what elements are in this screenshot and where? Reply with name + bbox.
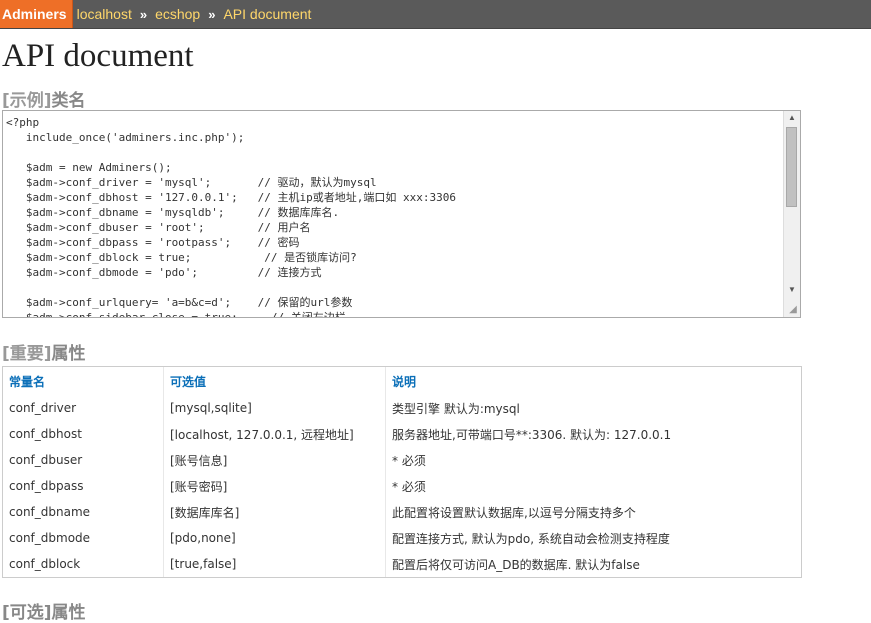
cell-description: 配置连接方式, 默认为pdo, 系统自动会检测支持程度 [385,525,801,551]
breadcrumb-ecshop[interactable]: ecshop [151,6,204,22]
breadcrumb-bar: Adminers localhost » ecshop » API docume… [0,0,871,29]
cell-name: conf_dblock [9,557,81,571]
code-scrollbar[interactable]: ▲ ▼ [783,111,800,317]
scroll-up-arrow-icon[interactable]: ▲ [784,111,800,125]
cell-description: * 必须 [385,447,801,473]
cell-name: conf_dbpass [9,479,84,493]
scroll-down-arrow-icon[interactable]: ▼ [784,283,800,297]
cell-values: [mysql,sqlite] [163,395,386,421]
important-heading: [重要]属性 [2,339,86,364]
code-example-text[interactable]: <?php include_once('adminers.inc.php'); … [6,115,781,317]
brand-logo[interactable]: Adminers [0,0,73,28]
cell-values: [localhost, 127.0.0.1, 远程地址] [163,421,386,447]
properties-table: 常量名 可选值 说明 conf_driver [mysql,sqlite] 类型… [3,367,801,577]
example-heading: [示例]类名 [2,86,86,111]
cell-description: * 必须 [385,473,801,499]
cell-description: 配置后将仅可访问A_DB的数据库. 默认为false [385,551,801,577]
cell-values: [账号信息] [163,447,386,473]
table-row: conf_dbname [数据库库名] 此配置将设置默认数据库,以逗号分隔支持多… [3,499,801,525]
table-row: conf_driver [mysql,sqlite] 类型引擎 默认为:mysq… [3,395,801,421]
scroll-thumb[interactable] [786,127,797,207]
table-row: conf_dbpass [账号密码] * 必须 [3,473,801,499]
cell-values: [账号密码] [163,473,386,499]
example-heading-label: 类名 [51,91,86,111]
breadcrumb-api-document[interactable]: API document [219,6,315,22]
breadcrumb-separator: » [139,6,148,22]
important-heading-tag: [重要] [2,344,52,364]
column-header-description: 说明 [385,367,801,395]
cell-name: conf_dbmode [9,531,91,545]
optional-heading: [可选]属性 [2,603,86,623]
column-header-name: 常量名 [9,374,46,389]
table-header-row: 常量名 可选值 说明 [3,367,801,395]
cell-name: conf_driver [9,401,77,415]
table-row: conf_dbhost [localhost, 127.0.0.1, 远程地址]… [3,421,801,447]
code-example-textarea[interactable]: <?php include_once('adminers.inc.php'); … [2,110,801,318]
cell-name: conf_dbname [9,505,91,519]
properties-table-container: 常量名 可选值 说明 conf_driver [mysql,sqlite] 类型… [2,366,802,578]
cell-description: 此配置将设置默认数据库,以逗号分隔支持多个 [385,499,801,525]
cell-description: 类型引擎 默认为:mysql [385,395,801,421]
table-row: conf_dbmode [pdo,none] 配置连接方式, 默认为pdo, 系… [3,525,801,551]
cell-name: conf_dbuser [9,453,83,467]
breadcrumb-separator: » [208,6,216,22]
cell-values: [true,false] [163,551,386,577]
resize-grip-icon[interactable]: ◢ [787,304,799,316]
example-heading-tag: [示例] [2,91,52,111]
important-heading-label: 属性 [51,344,86,364]
cell-description: 服务器地址,可带端口号**:3306. 默认为: 127.0.0.1 [385,421,801,447]
cell-values: [pdo,none] [163,525,386,551]
page-title: API document [2,38,194,74]
breadcrumb-localhost[interactable]: localhost [73,6,136,22]
cell-values: [数据库库名] [163,499,386,525]
cell-name: conf_dbhost [9,427,82,441]
column-header-values: 可选值 [163,367,386,395]
table-row: conf_dbuser [账号信息] * 必须 [3,447,801,473]
table-row: conf_dblock [true,false] 配置后将仅可访问A_DB的数据… [3,551,801,577]
